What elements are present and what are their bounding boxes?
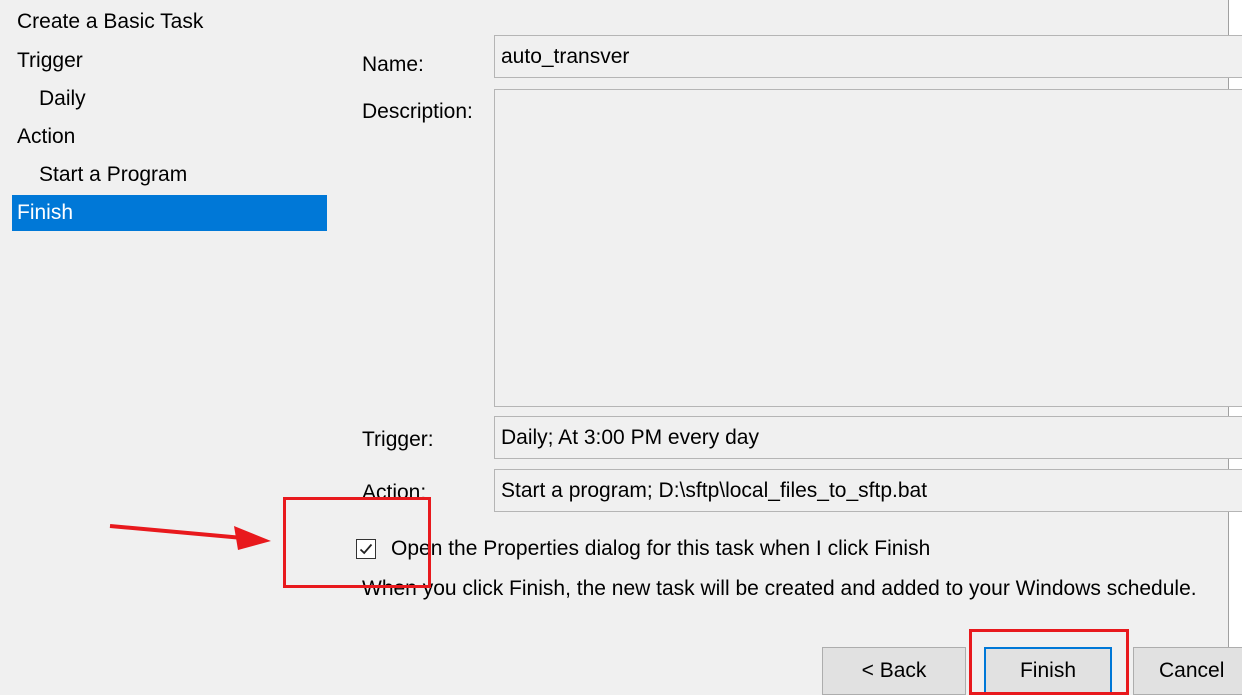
nav-item-trigger[interactable]: Trigger: [12, 43, 83, 79]
finish-info-text: When you click Finish, the new task will…: [362, 577, 1197, 600]
description-label: Description:: [362, 100, 473, 123]
red-arrow-icon: [109, 524, 271, 550]
description-field[interactable]: [494, 89, 1242, 407]
cancel-button[interactable]: Cancel: [1133, 647, 1242, 695]
action-label: Action:: [362, 481, 427, 504]
name-field[interactable]: auto_transver: [494, 35, 1242, 78]
back-button[interactable]: < Back: [822, 647, 966, 695]
open-properties-checkbox[interactable]: [356, 539, 376, 559]
nav-item-start-a-program[interactable]: Start a Program: [12, 157, 187, 193]
finish-button[interactable]: Finish: [984, 647, 1112, 695]
open-properties-label[interactable]: Open the Properties dialog for this task…: [391, 537, 930, 561]
create-basic-task-wizard: Create a Basic Task Trigger Daily Action…: [0, 0, 1242, 695]
action-summary-field: Start a program; D:\sftp\local_files_to_…: [494, 469, 1242, 512]
checkmark-icon: [359, 543, 373, 555]
trigger-label: Trigger:: [362, 428, 434, 451]
nav-item-daily[interactable]: Daily: [12, 81, 86, 117]
nav-item-action[interactable]: Action: [12, 119, 75, 155]
wizard-title: Create a Basic Task: [17, 10, 204, 33]
name-label: Name:: [362, 53, 424, 76]
trigger-summary-field: Daily; At 3:00 PM every day: [494, 416, 1242, 459]
nav-item-finish[interactable]: Finish: [12, 195, 327, 231]
